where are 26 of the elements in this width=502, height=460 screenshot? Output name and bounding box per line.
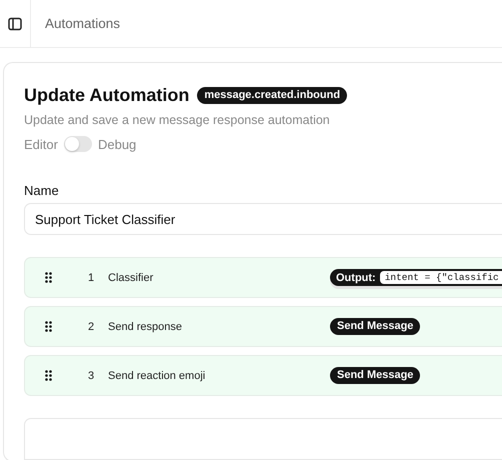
step-number: 2 xyxy=(88,320,96,332)
mode-switch[interactable] xyxy=(64,136,92,152)
name-input[interactable]: Support Ticket Classifier xyxy=(24,203,502,235)
step-name: Send response xyxy=(108,320,183,332)
debug-label: Debug xyxy=(98,136,136,152)
step-number: 3 xyxy=(88,370,96,382)
event-badge: message.created.inbound xyxy=(197,87,348,104)
step-name: Classifier xyxy=(108,272,154,284)
output-label: Output: xyxy=(336,272,376,284)
step-name: Send reaction emoji xyxy=(108,370,206,382)
breadcrumb-title: Automations xyxy=(45,16,120,31)
action-badge: Send Message xyxy=(330,367,420,384)
editor-label: Editor xyxy=(24,136,58,152)
step-row[interactable]: 3 Send reaction emoji Send Message xyxy=(24,355,502,396)
step-row[interactable]: 1 Classifier Output: intent = {"classific xyxy=(24,257,502,298)
page-description: Update and save a new message response automation xyxy=(24,113,331,127)
action-badge: Send Message xyxy=(330,318,420,335)
name-label: Name xyxy=(24,183,60,198)
sidebar-icon xyxy=(8,16,22,30)
page-title: Update Automation xyxy=(24,85,190,106)
step-row[interactable]: 2 Send response Send Message xyxy=(24,306,502,347)
output-code: intent = {"classific xyxy=(380,271,502,284)
drag-handle-icon[interactable] xyxy=(45,370,52,381)
step-number: 1 xyxy=(88,272,96,284)
drag-handle-icon[interactable] xyxy=(45,272,52,283)
drag-handle-icon[interactable] xyxy=(45,321,52,332)
